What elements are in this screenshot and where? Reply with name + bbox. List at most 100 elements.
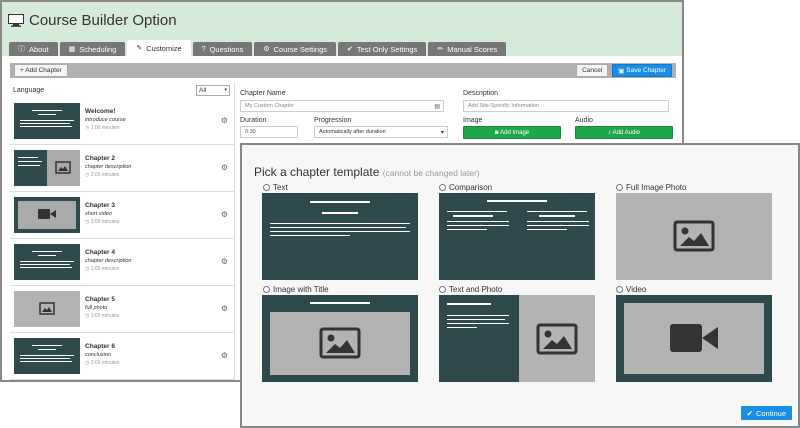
window-title: Course Builder Option [29, 11, 177, 29]
template-option-comparison[interactable]: Comparison [439, 183, 492, 192]
list-icon: ▤ [434, 103, 440, 110]
chapter-duration: ◷ 1:00 minutes [85, 125, 120, 131]
radio-button[interactable] [263, 184, 270, 191]
continue-button[interactable]: ✔ Continue [740, 406, 792, 420]
chapter-item-1[interactable]: Welcome! introduce course ◷ 1:00 minutes… [10, 98, 234, 145]
template-label: Text and Photo [449, 285, 503, 294]
chapter-desc: introduce course [85, 117, 126, 123]
tab-about[interactable]: ⓘ About [9, 42, 58, 56]
chapter-thumbnail [14, 197, 80, 233]
duration-text: 3:00 minutes [90, 219, 120, 225]
chapter-thumbnail [14, 150, 80, 186]
chapter-name: Welcome! [85, 108, 116, 115]
chapter-desc: full photo [85, 305, 108, 311]
chapter-thumbnail [14, 244, 80, 280]
duration-text: 3:00 minutes [90, 360, 120, 366]
duration-input[interactable]: 0:30 [240, 126, 298, 138]
chevron-down-icon: ▾ [224, 87, 227, 93]
tab-course-settings[interactable]: ⚙ Course Settings [254, 42, 337, 56]
duration-value: 0:30 [245, 129, 256, 135]
add-audio-button[interactable]: ♪ Add Audio [575, 126, 673, 139]
template-preview-text[interactable] [262, 193, 418, 280]
chapter-desc: short video [85, 211, 112, 217]
tab-test-only-settings[interactable]: ✔ Test Only Settings [338, 42, 427, 56]
image-icon [673, 220, 715, 252]
template-label: Full Image Photo [626, 183, 687, 192]
chapter-name-input[interactable]: My Custom Chapter ▤ [240, 100, 444, 112]
chapter-item-3[interactable]: Chapter 3 short video ◷ 3:00 minutes ⚙ [10, 192, 234, 239]
modal-heading: Pick a chapter template (cannot be chang… [254, 165, 480, 179]
info-icon: ⓘ [18, 46, 25, 53]
tab-label: Questions [209, 44, 244, 54]
language-label: Language [13, 86, 45, 94]
chapter-item-4[interactable]: Chapter 4 chapter description ◷ 1:00 min… [10, 239, 234, 286]
tab-customize[interactable]: ✎ Customize [127, 40, 191, 56]
image-icon [55, 161, 71, 174]
gear-icon[interactable]: ⚙ [221, 116, 228, 125]
chapter-item-2[interactable]: Chapter 2 chapter description ◷ 2:00 min… [10, 145, 234, 192]
question-icon: ? [201, 45, 206, 53]
tab-scheduling[interactable]: ▦ Scheduling [59, 42, 126, 56]
language-row: Language All ▾ [10, 82, 234, 98]
check-icon: ✔ [347, 46, 353, 53]
chapter-name-placeholder: My Custom Chapter [245, 103, 294, 109]
gear-icon[interactable]: ⚙ [221, 210, 228, 219]
chapter-item-5[interactable]: Chapter 5 full photo ◷ 1:00 minutes ⚙ [10, 286, 234, 333]
description-label: Description [463, 90, 499, 97]
chapter-duration: ◷ 1:00 minutes [85, 313, 120, 319]
chapter-desc: chapter description [85, 164, 132, 170]
template-option-text-and-photo[interactable]: Text and Photo [439, 285, 502, 294]
add-image-button[interactable]: ◙ Add Image [463, 126, 561, 139]
progression-label: Progression [314, 117, 352, 124]
tab-bar: ⓘ About ▦ Scheduling ✎ Customize ? Questions… [2, 38, 682, 56]
template-option-full-image-photo[interactable]: Full Image Photo [616, 183, 686, 192]
chapter-name: Chapter 4 [85, 249, 115, 256]
tab-label: Manual Scores [447, 44, 498, 54]
language-select[interactable]: All ▾ [196, 84, 230, 96]
gear-icon[interactable]: ⚙ [221, 304, 228, 313]
video-icon [38, 209, 56, 219]
chapter-thumbnail [14, 291, 80, 327]
tab-manual-scores[interactable]: ✏ Manual Scores [428, 42, 507, 56]
template-preview-comparison[interactable] [439, 193, 595, 280]
radio-button[interactable] [263, 286, 270, 293]
radio-button[interactable] [439, 184, 446, 191]
description-input[interactable]: Add Site-Specific Information [463, 100, 669, 112]
template-label: Image with Title [273, 285, 329, 294]
chapter-item-6[interactable]: Chapter 6 conclusion ◷ 3:00 minutes ⚙ [10, 333, 234, 380]
save-icon: ▣ [618, 67, 627, 75]
chapter-duration: ◷ 2:00 minutes [85, 172, 120, 178]
gears-icon: ⚙ [263, 46, 270, 53]
check-icon: ✔ [746, 408, 753, 418]
template-preview-full-image[interactable] [616, 193, 772, 280]
duration-label: Duration [240, 117, 267, 124]
radio-button[interactable] [439, 286, 446, 293]
gear-icon[interactable]: ⚙ [221, 351, 228, 360]
gear-icon[interactable]: ⚙ [221, 257, 228, 266]
template-preview-text-and-photo[interactable] [439, 295, 595, 382]
tab-questions[interactable]: ? Questions [192, 42, 253, 56]
radio-button[interactable] [616, 286, 623, 293]
gear-icon[interactable]: ⚙ [221, 163, 228, 172]
chapter-name: Chapter 6 [85, 343, 115, 350]
template-preview-video[interactable] [616, 295, 772, 382]
save-chapter-button[interactable]: ▣ Save Chapter [612, 64, 672, 77]
modal-title: Pick a chapter template [254, 165, 380, 179]
chapter-toolbar: + Add Chapter Cancel ▣ Save Chapter [10, 63, 676, 78]
cancel-button[interactable]: Cancel [576, 64, 609, 77]
template-option-image-with-title[interactable]: Image with Title [263, 285, 329, 294]
progression-select[interactable]: Automatically after duration ▾ [314, 126, 448, 138]
language-select-value: All [199, 86, 207, 94]
chapter-duration: ◷ 3:00 minutes [85, 360, 120, 366]
template-option-video[interactable]: Video [616, 285, 646, 294]
image-label: Image [463, 117, 483, 124]
tab-label: Course Settings [273, 44, 328, 54]
monitor-icon [8, 13, 24, 27]
add-chapter-button[interactable]: + Add Chapter [14, 64, 68, 77]
template-label: Text [273, 183, 288, 192]
image-icon [536, 323, 578, 355]
template-option-text[interactable]: Text [263, 183, 288, 192]
tab-label: Customize [146, 43, 182, 53]
template-preview-image-with-title[interactable] [262, 295, 418, 382]
radio-button[interactable] [616, 184, 623, 191]
